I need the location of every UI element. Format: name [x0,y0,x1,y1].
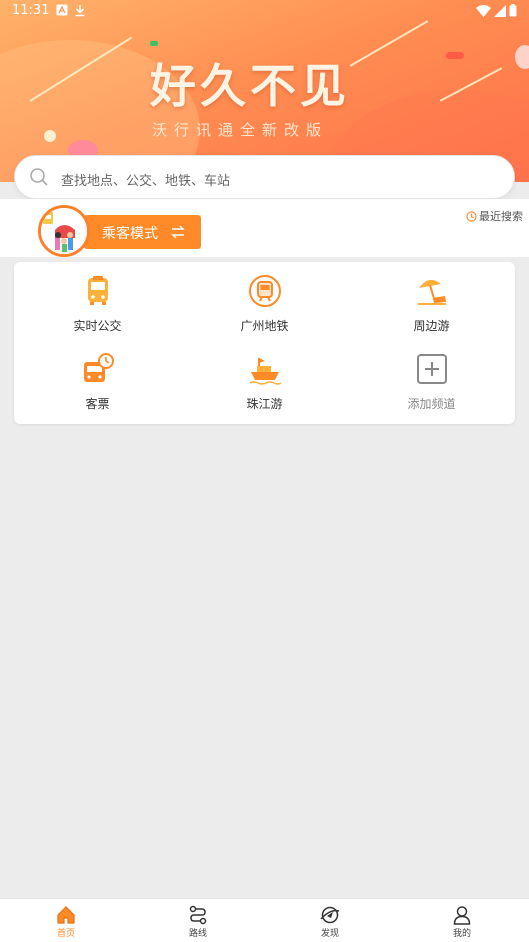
passenger-mode-button[interactable]: 乘客模式 [84,215,201,249]
add-channel-icon [415,352,449,386]
tab-discover[interactable]: 发现 [264,899,396,942]
home-icon [56,905,76,925]
grid-item-label: 实时公交 [73,319,122,333]
bus-icon [81,274,115,308]
tab-label: 我的 [452,929,471,939]
metro-icon [248,274,282,308]
grid-item-guangzhou-metro[interactable]: 广州地铁 [181,262,348,340]
grid-item-label: 广州地铁 [240,319,289,333]
mode-row: 乘客模式 最近搜索 [0,199,529,257]
search-placeholder: 查找地点、公交、地铁、车站 [61,174,231,189]
recent-search-label: 最近搜索 [479,210,523,223]
download-icon [74,4,86,21]
recent-search-link[interactable]: 最近搜索 [466,208,523,224]
passenger-avatar[interactable] [38,205,90,257]
grid-item-label: 周边游 [413,319,450,333]
tab-route[interactable]: 路线 [132,899,264,942]
status-time: 11:31 [12,3,50,18]
banner-confetti [446,52,464,59]
tab-home[interactable]: 首页 [0,899,132,942]
profile-icon [452,905,472,925]
feature-grid: 实时公交 广州地铁 周边游 客票 珠江游 添加频道 [14,262,515,424]
status-bar: 11:31 [0,0,529,22]
signal-icon [494,4,506,21]
search-bar[interactable]: 查找地点、公交、地铁、车站 [14,155,515,199]
beach-umbrella-icon [415,274,449,308]
ship-icon [248,352,282,386]
grid-item-label: 客票 [85,397,110,411]
banner-balloon [515,45,529,69]
banner-confetti [44,130,56,142]
grid-item-add-channel[interactable]: 添加频道 [348,340,515,418]
banner-title: 好久不见 [150,59,350,113]
font-notification-icon [56,4,68,20]
wifi-icon [476,4,491,21]
status-indicators [476,4,517,21]
ticket-bus-icon [81,352,115,386]
tab-label: 路线 [188,929,207,939]
bottom-tab-bar: 首页 路线 发现 我的 [0,898,529,942]
app-root: 好久不见 沃行讯通全新改版 11:31 查找地点、公交、地铁、车站 乘客模式 最… [0,0,529,942]
tab-label: 首页 [56,929,75,939]
passenger-mode-label: 乘客模式 [102,226,158,242]
search-icon [29,167,49,191]
grid-item-nearby-travel[interactable]: 周边游 [348,262,515,340]
clock-icon [466,210,479,223]
grid-item-realtime-bus[interactable]: 实时公交 [14,262,181,340]
banner-subtitle: 沃行讯通全新改版 [152,121,329,139]
battery-icon [509,4,517,21]
route-icon [188,905,208,925]
discover-icon [320,905,340,925]
grid-item-pearl-river-cruise[interactable]: 珠江游 [181,340,348,418]
banner-confetti [150,41,158,46]
tab-profile[interactable]: 我的 [396,899,528,942]
grid-item-ticket[interactable]: 客票 [14,340,181,418]
grid-item-label: 添加频道 [407,397,456,411]
tab-label: 发现 [320,929,339,939]
swap-icon [170,225,186,243]
grid-item-label: 珠江游 [246,397,283,411]
